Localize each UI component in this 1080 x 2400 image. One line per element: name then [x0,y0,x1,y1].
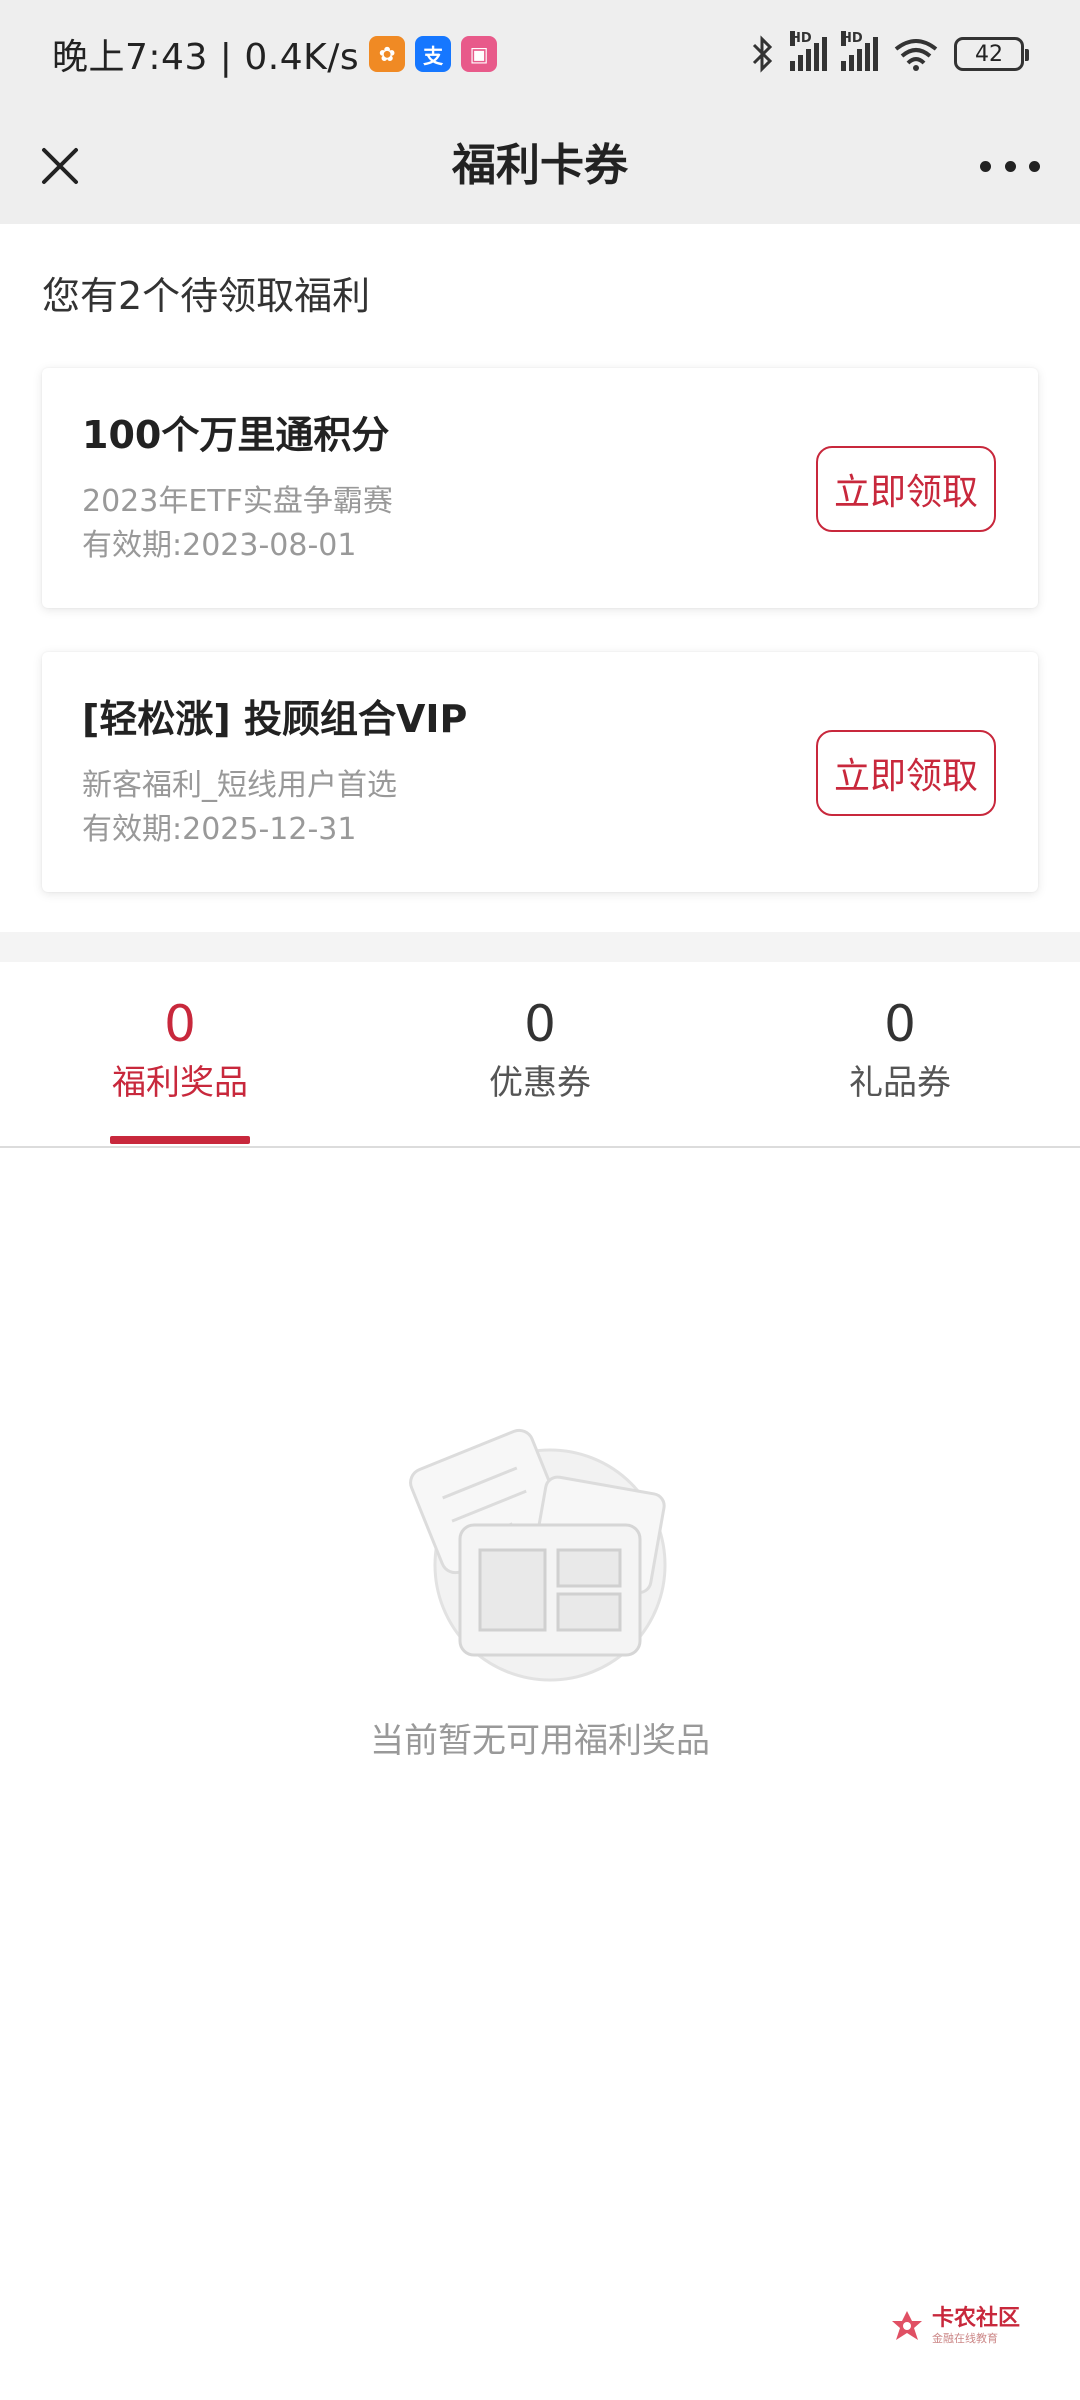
alipay-icon: 支 [415,36,452,72]
more-dot-icon [980,160,991,172]
benefit-card: 100个万里通积分 2023年ETF实盘争霸赛 有效期:2023-08-01 立… [42,368,1038,608]
more-options-button[interactable] [980,152,1040,180]
empty-state-illustration [409,1428,667,1682]
page-title: 福利卡券 [452,140,628,191]
pending-benefits-header: 您有2个待领取福利 [42,274,371,318]
wifi-icon [894,39,938,71]
benefit-title: [轻松涨] 投顾组合VIP [82,697,468,741]
hd-label: HD [790,31,812,46]
tab-label: 福利奖品 [112,1063,248,1103]
tab-coupons[interactable]: 0 优惠券 [390,992,690,1108]
watermark-main: 卡农社区 [931,2306,1020,2331]
tab-benefit-prizes[interactable]: 0 福利奖品 [30,992,330,1108]
status-bar: 晚上7:43 | 0.4K/s ✿ 支 ▣ HD HD 42 [0,0,1080,106]
notification-app-icon: ✿ [369,36,406,72]
benefit-title: 100个万里通积分 [82,413,390,457]
hd-label: HD [841,31,863,46]
bilibili-icon: ▣ [461,36,498,72]
battery-icon: 42 [954,37,1029,71]
cell-signal-1-icon: HD [790,31,827,71]
watermark-sub: 金融在线教育 [931,2332,998,2345]
cell-signal-2-icon: HD [841,31,878,71]
bluetooth-icon [752,35,773,73]
more-dot-icon [1004,160,1016,172]
benefit-subtitle: 新客福利_短线用户首选 [82,768,397,803]
status-time: 晚上7:43 | 0.4K/s [52,37,360,78]
benefit-expiry: 有效期:2023-08-01 [82,528,357,563]
tab-gift-vouchers[interactable]: 0 礼品券 [750,992,1050,1108]
watermark-text: 卡农社区 金融在线教育 [932,2306,1020,2346]
section-divider [0,932,1080,962]
benefit-subtitle: 2023年ETF实盘争霸赛 [82,484,393,519]
active-tab-indicator [110,1136,250,1144]
benefit-expiry: 有效期:2025-12-31 [82,812,357,847]
tab-label: 优惠券 [489,1063,591,1103]
more-dot-icon [1029,160,1040,172]
nav-bar: 福利卡券 [0,106,1080,224]
tab-count: 0 [164,995,196,1053]
benefit-card: [轻松涨] 投顾组合VIP 新客福利_短线用户首选 有效期:2025-12-31… [42,652,1038,892]
tab-bar: 0 福利奖品 0 优惠券 0 礼品券 [0,962,1080,1148]
claim-button[interactable]: 立即领取 [816,446,996,532]
empty-state-text: 当前暂无可用福利奖品 [370,1721,710,1761]
tab-count: 0 [884,995,916,1053]
watermark: 卡农社区 金融在线教育 [890,2306,1020,2346]
tab-count: 0 [524,995,556,1053]
tab-label: 礼品券 [849,1063,951,1103]
claim-button[interactable]: 立即领取 [816,730,996,816]
battery-level: 42 [975,41,1003,67]
watermark-logo-icon [891,2311,922,2340]
status-right: HD HD 42 [750,30,1029,78]
status-left: 晚上7:43 | 0.4K/s ✿ 支 ▣ [52,26,498,82]
